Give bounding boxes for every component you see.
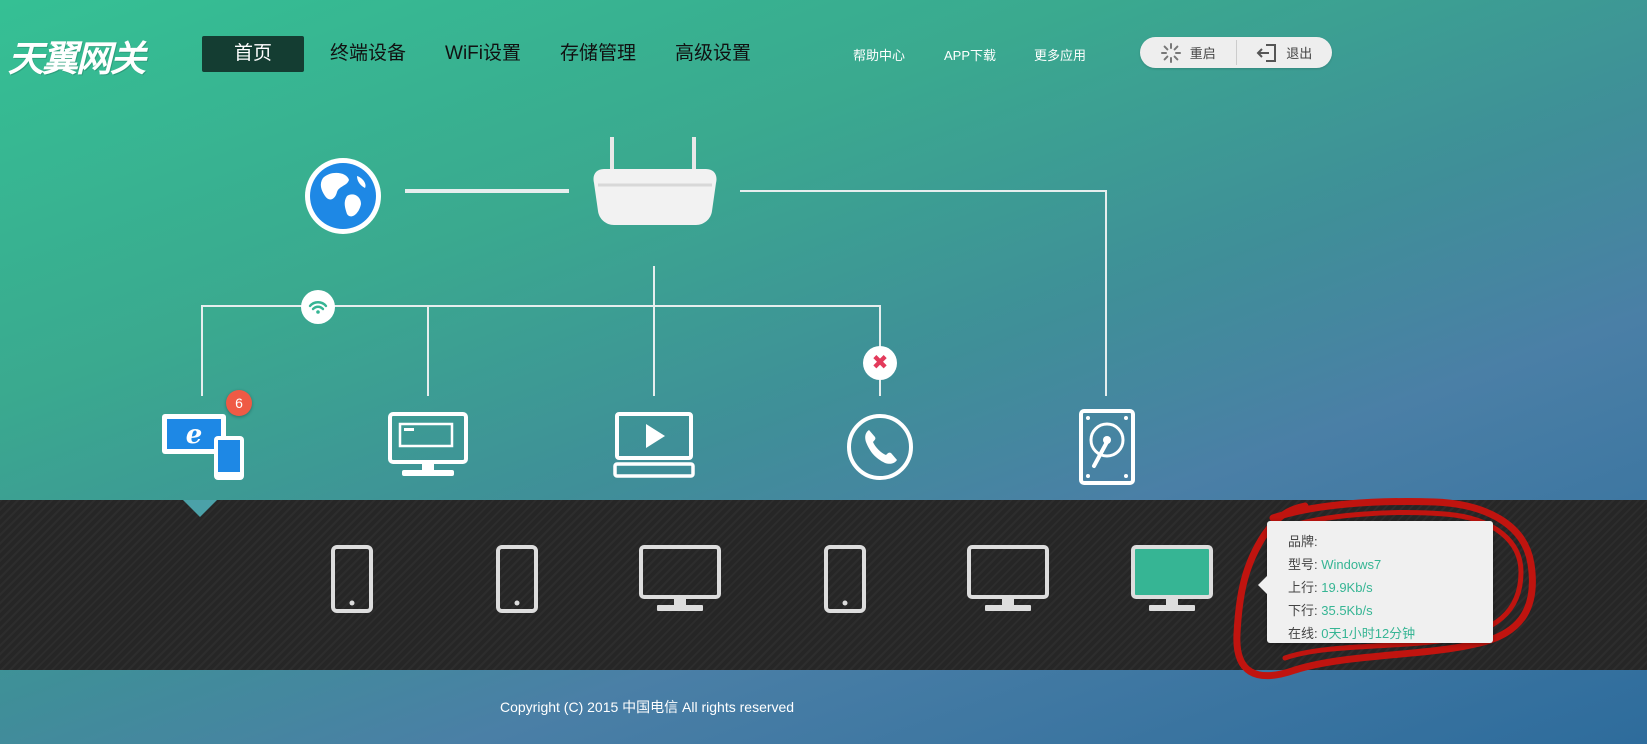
tooltip-brand-row: 品牌: — [1288, 530, 1493, 553]
tooltip-download-row: 下行: 35.5Kb/s — [1288, 599, 1493, 622]
drop-line-4-top — [879, 305, 881, 347]
device-phone-3-icon[interactable] — [824, 545, 866, 613]
tooltip-upload-row: 上行: 19.9Kb/s — [1288, 576, 1493, 599]
main-nav: 首页 终端设备 WiFi设置 存储管理 高级设置 — [202, 36, 790, 72]
more-apps-link[interactable]: 更多应用 — [1034, 45, 1086, 64]
wifi-indicator — [301, 290, 335, 324]
drop-line-2 — [427, 305, 429, 396]
internet-link-line — [405, 189, 569, 193]
nav-advanced[interactable]: 高级设置 — [675, 36, 751, 72]
selected-category-pointer — [183, 500, 217, 517]
brand-label: 品牌: — [1288, 534, 1318, 549]
e-device-mobile-icon[interactable]: e — [160, 412, 246, 482]
download-value: 35.5Kb/s — [1321, 603, 1373, 618]
storage-disk-icon[interactable] — [1078, 408, 1136, 486]
online-value: 0天1小时12分钟 — [1321, 626, 1416, 641]
action-pill: 重启 退出 — [1140, 37, 1332, 68]
device-info-tooltip: 品牌: 型号: Windows7 上行: 19.9Kb/s 下行: 35.5Kb… — [1258, 521, 1493, 645]
nav-wifi-settings[interactable]: WiFi设置 — [445, 36, 521, 72]
iptv-icon[interactable] — [613, 412, 695, 482]
disconnected-x-icon: ✖ — [863, 346, 897, 380]
copyright-footer: Copyright (C) 2015 中国电信 All rights reser… — [500, 699, 795, 715]
help-center-link[interactable]: 帮助中心 — [853, 45, 905, 64]
nav-terminal-devices[interactable]: 终端设备 — [330, 36, 406, 72]
device-phone-1-icon[interactable] — [331, 545, 373, 613]
drop-line-4-bottom — [879, 380, 881, 396]
spinner-icon — [1160, 42, 1182, 64]
device-monitor-1-icon[interactable] — [639, 545, 721, 613]
logout-icon — [1256, 43, 1278, 63]
router-icon[interactable] — [590, 135, 720, 230]
logout-label: 退出 — [1286, 46, 1313, 61]
nav-storage[interactable]: 存储管理 — [560, 36, 636, 72]
phone-call-icon[interactable] — [845, 412, 915, 482]
upload-label: 上行: — [1288, 580, 1318, 595]
restart-label: 重启 — [1189, 46, 1216, 61]
device-monitor-3-selected-icon[interactable] — [1131, 545, 1213, 613]
restart-button[interactable]: 重启 — [1140, 37, 1236, 68]
storage-link-line-v — [1105, 190, 1107, 396]
nav-home[interactable]: 首页 — [202, 36, 304, 72]
pc-monitor-icon[interactable] — [388, 412, 468, 480]
device-count-badge: 6 — [226, 390, 252, 416]
tooltip-model-row: 型号: Windows7 — [1288, 553, 1493, 576]
wifi-icon — [308, 301, 328, 314]
device-phone-2-icon[interactable] — [496, 545, 538, 613]
drop-line-1 — [201, 305, 203, 396]
app-download-link[interactable]: APP下载 — [944, 45, 996, 64]
tooltip-online-row: 在线: 0天1小时12分钟 — [1288, 622, 1493, 645]
model-label: 型号: — [1288, 557, 1318, 572]
internet-globe-icon[interactable] — [303, 156, 383, 236]
router-drop-line — [653, 266, 655, 396]
storage-link-line-h — [740, 190, 1107, 192]
download-label: 下行: — [1288, 603, 1318, 618]
svg-text:e: e — [186, 420, 203, 450]
upload-value: 19.9Kb/s — [1321, 580, 1373, 595]
online-label: 在线: — [1288, 626, 1318, 641]
device-monitor-2-icon[interactable] — [967, 545, 1049, 613]
logo: 天翼网关 — [8, 39, 146, 80]
logout-button[interactable]: 退出 — [1237, 37, 1333, 68]
model-value: Windows7 — [1321, 557, 1382, 572]
